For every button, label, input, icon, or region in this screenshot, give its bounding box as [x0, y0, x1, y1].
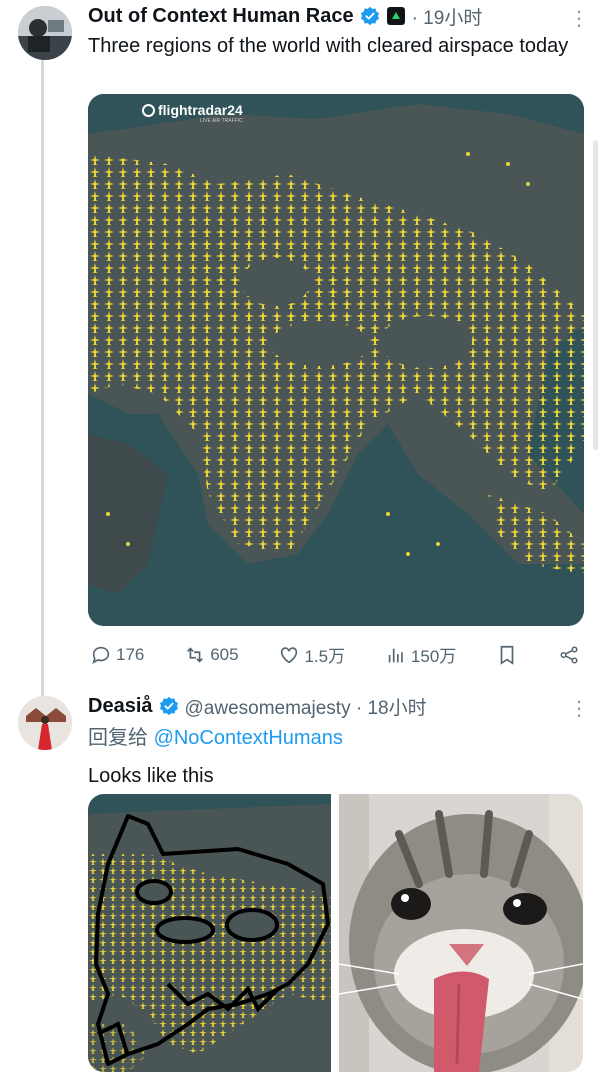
views-button[interactable]: 150万: [385, 642, 456, 667]
author-name[interactable]: Out of Context Human Race: [88, 5, 354, 28]
reply-to-handle-link[interactable]: @NoContextHumans: [154, 727, 343, 749]
annotated-map-image[interactable]: [88, 794, 331, 1072]
share-button[interactable]: [558, 644, 580, 666]
flight-map-image[interactable]: flightradar24 LIVE AIR TRAFFIC: [88, 94, 584, 626]
bookmark-button[interactable]: [496, 644, 518, 666]
like-count: 1.5万: [304, 647, 346, 666]
avatar[interactable]: [18, 6, 72, 60]
tweet-timestamp[interactable]: · 19小时: [412, 3, 483, 30]
replying-to: 回复给 @NoContextHumans: [88, 727, 343, 749]
retweet-count: 605: [210, 644, 239, 664]
cat-licking-image[interactable]: [339, 794, 583, 1072]
heart-icon: [281, 646, 298, 663]
avatar[interactable]: [18, 696, 72, 750]
tweet-text: Three regions of the world with cleared …: [88, 35, 569, 57]
verified-badge-icon: [360, 6, 379, 26]
like-button[interactable]: 1.5万: [278, 642, 345, 667]
author-name[interactable]: Deasiå: [88, 695, 153, 718]
author-handle-timestamp[interactable]: @awesomemajesty · 18小时: [185, 693, 427, 720]
share-icon: [560, 645, 578, 664]
tweet-header: Out of Context Human Race · 19小时: [88, 2, 586, 30]
scrollbar[interactable]: [593, 140, 598, 450]
reply-button[interactable]: 176: [90, 644, 144, 666]
views-chart-icon: [388, 648, 403, 662]
tweet-header: Deasiå @awesomemajesty · 18小时: [88, 692, 586, 720]
retweet-icon: [187, 646, 204, 663]
bookmark-icon: [500, 645, 514, 665]
tweet-content: Deasiå @awesomemajesty · 18小时 回复给 @NoCon…: [88, 692, 586, 790]
thread-connector-line: [41, 58, 44, 698]
more-options-icon[interactable]: ⋮: [569, 696, 589, 721]
reply-icon: [92, 646, 110, 664]
retweet-button[interactable]: 605: [184, 644, 239, 666]
views-count: 150万: [410, 647, 457, 666]
affiliate-badge-icon: [386, 7, 405, 25]
flightradar-logo-icon: [142, 103, 155, 117]
reply-count: 176: [116, 644, 145, 664]
tweet-content: Out of Context Human Race · 19小时 Three r…: [88, 2, 586, 60]
tweet-action-bar: 176 605 1.5万 150万: [90, 642, 580, 667]
more-options-icon[interactable]: ⋮: [569, 6, 589, 31]
flightradar-watermark: flightradar24: [142, 102, 243, 118]
tweet-text: Looks like this: [88, 765, 214, 787]
flightradar-watermark-sub: LIVE AIR TRAFFIC: [200, 118, 243, 124]
verified-badge-icon: [159, 696, 178, 716]
